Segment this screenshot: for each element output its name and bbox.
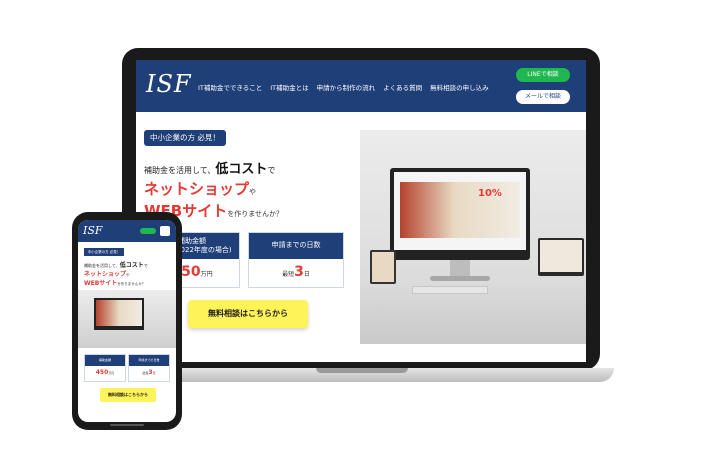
phone-subsidy-card-value: 450 xyxy=(95,369,109,376)
phone-screen: ISF 中小企業の方 必見！ 補助金を活用して、低コストで ネットショップや W… xyxy=(78,220,176,422)
photo-monitor-percent: 10% xyxy=(478,188,502,199)
phone-photo-monitor xyxy=(94,298,144,330)
phone-hero-photo xyxy=(78,290,176,348)
nav-item-flow[interactable]: 申請から制作の流れ xyxy=(317,82,376,92)
site-header: ISF IT補助金でできること IT補助金とは 申請から制作の流れ よくある質問… xyxy=(136,60,586,112)
hero-line-2: ネットショップや xyxy=(144,178,256,199)
phone-subsidy-card-body: 450万円 xyxy=(85,366,125,376)
line-consult-button[interactable]: LINEで相談 xyxy=(516,68,570,82)
phone-hero-badge: 中小企業の方 必見！ xyxy=(84,248,124,256)
mockup-stage: ISF IT補助金でできること IT補助金とは 申請から制作の流れ よくある質問… xyxy=(0,0,720,460)
phone-logo[interactable]: ISF xyxy=(83,224,103,237)
days-card-prefix: 最短 xyxy=(282,271,295,278)
hero-line-3-post: を作りませんか？ xyxy=(227,210,284,218)
nav-item-apply[interactable]: 無料相談の申し込み xyxy=(430,82,489,92)
photo-monitor-banner xyxy=(400,182,520,238)
phone-hero-line-1-pre: 補助金を活用して、 xyxy=(84,263,120,268)
phone-hero-line-3-main: WEBサイト xyxy=(84,280,118,287)
photo-laptop xyxy=(538,238,584,276)
phone-home-indicator xyxy=(110,424,144,426)
hamburger-menu-icon[interactable] xyxy=(160,226,170,236)
phone-hero-line-1: 補助金を活用して、低コストで xyxy=(84,260,148,269)
days-card-value: 3 xyxy=(294,264,304,280)
hero-badge: 中小企業の方 必見！ xyxy=(144,130,226,146)
main-nav: IT補助金でできること IT補助金とは 申請から制作の流れ よくある質問 無料相… xyxy=(198,82,489,92)
phone-photo-monitor-screen xyxy=(96,300,142,326)
photo-monitor-foot xyxy=(430,276,490,281)
phone-days-card-title: 申請までの日数 xyxy=(129,355,169,366)
nav-item-about[interactable]: IT補助金とは xyxy=(270,82,308,92)
nav-item-what[interactable]: IT補助金でできること xyxy=(198,82,262,92)
mail-consult-button[interactable]: メールで相談 xyxy=(516,90,570,104)
days-card-title: 申請までの日数 xyxy=(271,241,321,249)
phone-line-button[interactable] xyxy=(140,228,156,234)
photo-keyboard xyxy=(412,286,488,294)
phone-hero-line-2-post: や xyxy=(126,273,130,277)
phone-subsidy-card-unit: 万円 xyxy=(108,371,115,375)
hero-line-2-main: ネットショップ xyxy=(144,180,250,198)
phone-hero-line-3: WEBサイトを作りませんか？ xyxy=(84,278,145,287)
phone-hero-line-3-post: を作りませんか？ xyxy=(117,282,146,286)
phone-days-card: 申請までの日数 最短3日 xyxy=(128,354,170,382)
photo-monitor-screen: 10% xyxy=(394,172,526,250)
hero-line-1-post: で xyxy=(267,166,276,175)
laptop-notch xyxy=(316,368,408,373)
photo-monitor: 10% xyxy=(390,168,530,260)
site-logo[interactable]: ISF xyxy=(146,70,192,98)
hero-line-1-emph: 低コスト xyxy=(215,162,268,177)
phone-header: ISF xyxy=(78,220,176,242)
photo-laptop-screen xyxy=(540,240,582,272)
photo-tablet xyxy=(370,250,396,284)
phone-subsidy-card-title: 補助金額 xyxy=(85,355,125,366)
hero-line-1: 補助金を活用して、低コストで xyxy=(144,158,275,177)
days-card-unit: 日 xyxy=(303,271,310,278)
days-card-body: 最短3日 xyxy=(249,259,343,280)
laptop-screen: ISF IT補助金でできること IT補助金とは 申請から制作の流れ よくある質問… xyxy=(136,60,586,362)
phone-free-consult-button[interactable]: 無料相談はこちらから xyxy=(100,388,156,402)
phone-hero-line-1-emph: 低コスト xyxy=(119,262,144,269)
free-consult-button[interactable]: 無料相談はこちらから xyxy=(188,300,308,328)
phone-hero-line-2: ネットショップや xyxy=(84,269,130,278)
phone-hero-line-1-post: で xyxy=(143,263,148,268)
subsidy-card-unit: 万円 xyxy=(200,271,213,278)
hero-line-2-post: や xyxy=(249,188,257,196)
phone-subsidy-card: 補助金額 450万円 xyxy=(84,354,126,382)
photo-tablet-screen xyxy=(372,252,394,282)
days-card-head: 申請までの日数 xyxy=(249,233,343,259)
phone-hero-line-2-main: ネットショップ xyxy=(84,271,127,278)
phone-days-card-unit: 日 xyxy=(152,371,156,375)
days-card: 申請までの日数 最短3日 xyxy=(248,232,344,288)
hero-photo: 10% xyxy=(360,130,586,344)
phone-days-card-body: 最短3日 xyxy=(129,366,169,376)
nav-item-faq[interactable]: よくある質問 xyxy=(383,82,422,92)
hero-line-1-pre: 補助金を活用して、 xyxy=(144,166,216,175)
